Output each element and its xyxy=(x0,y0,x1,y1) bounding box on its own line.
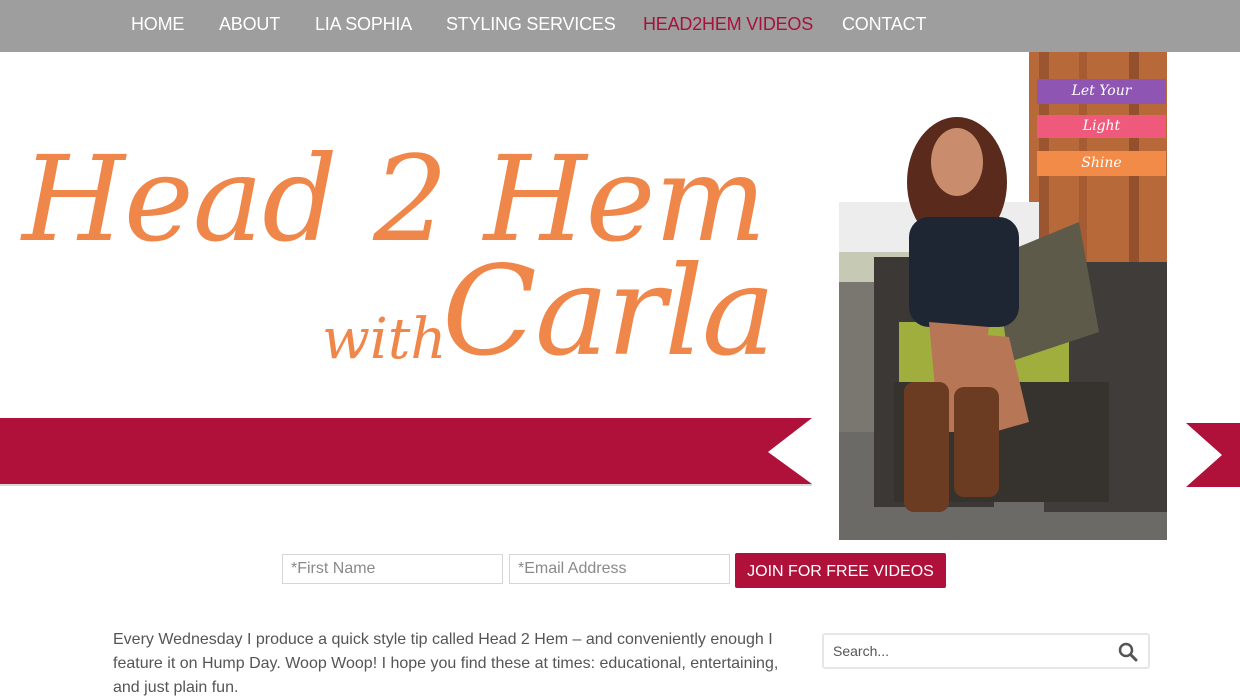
search-placeholder: Search... xyxy=(833,643,890,659)
hero-title-with: with xyxy=(322,307,447,372)
intro-text: Every Wednesday I produce a quick style … xyxy=(113,631,779,696)
nav-lia-sophia[interactable]: LIA SOPHIA xyxy=(315,14,412,35)
ribbon-left xyxy=(0,418,812,486)
join-button[interactable]: JOIN FOR FREE VIDEOS xyxy=(735,553,946,588)
nav-head2hem-videos[interactable]: HEAD2HEM VIDEOS xyxy=(643,14,813,35)
top-navigation: HOME ABOUT LIA SOPHIA STYLING SERVICES H… xyxy=(0,0,1240,52)
tag-let-your: Let Your xyxy=(1037,79,1166,104)
email-field[interactable] xyxy=(509,554,730,584)
hero-banner: Head 2 Hem with Carla Let Your Light Shi… xyxy=(0,52,1240,542)
tag-light: Light xyxy=(1037,115,1166,138)
first-name-field[interactable] xyxy=(282,554,503,584)
search-icon[interactable] xyxy=(1118,642,1138,662)
tag-shine: Shine xyxy=(1037,151,1166,176)
nav-contact[interactable]: CONTACT xyxy=(842,14,926,35)
nav-about[interactable]: ABOUT xyxy=(219,14,280,35)
hero-title-name: Carla xyxy=(442,240,776,384)
nav-styling-services[interactable]: STYLING SERVICES xyxy=(446,14,616,35)
ribbon-right xyxy=(1186,423,1240,487)
search-input[interactable]: Search... xyxy=(822,633,1150,669)
nav-home[interactable]: HOME xyxy=(131,14,184,35)
